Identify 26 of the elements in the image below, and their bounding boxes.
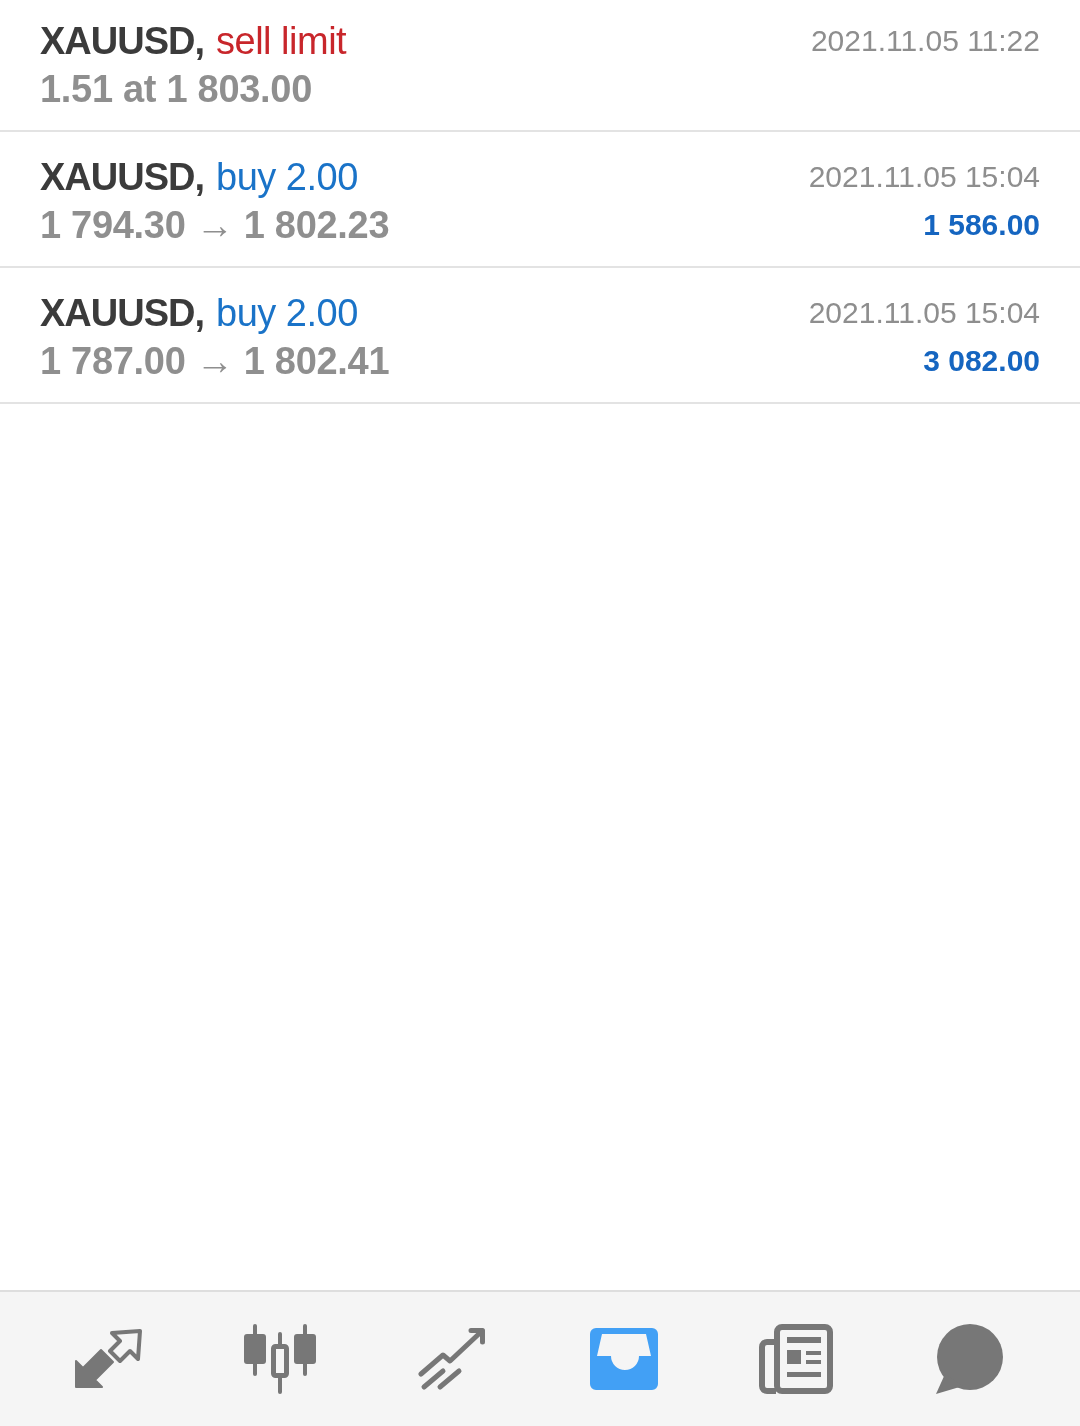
order-details-text: 1.51 at 1 803.00 bbox=[40, 67, 312, 111]
order-time-text: 2021.11.05 11:22 bbox=[810, 24, 1040, 58]
nav-button[interactable] bbox=[590, 1328, 658, 1390]
nav-button[interactable] bbox=[244, 1324, 316, 1394]
trend-arrow-icon bbox=[418, 1327, 486, 1391]
inbox-icon bbox=[590, 1328, 658, 1390]
document-icon bbox=[759, 1324, 833, 1394]
order-type-text: sell limit bbox=[216, 19, 347, 63]
nav-button[interactable] bbox=[74, 1329, 142, 1389]
profit-text: 3 082.00 bbox=[923, 344, 1040, 378]
symbol-text: XAUUSD, bbox=[40, 155, 205, 199]
order-time-text: 2021.11.05 15:04 bbox=[808, 296, 1040, 330]
order-type-text: buy 2.00 bbox=[216, 155, 358, 199]
symbol-text: XAUUSD, bbox=[40, 291, 205, 335]
order-details-text: 1 787.00 → 1 802.41 bbox=[40, 339, 390, 383]
nav-button[interactable] bbox=[933, 1324, 1003, 1394]
nav-button[interactable] bbox=[759, 1324, 833, 1394]
profit-text: 1 586.00 bbox=[923, 208, 1040, 242]
nav-button[interactable] bbox=[418, 1327, 486, 1391]
two-arrows-icon bbox=[74, 1329, 142, 1389]
order-details-text: 1 794.30 → 1 802.23 bbox=[40, 203, 390, 247]
order-time-text: 2021.11.05 15:04 bbox=[808, 160, 1040, 194]
chat-bubble-icon bbox=[933, 1324, 1003, 1394]
symbol-text: XAUUSD, bbox=[40, 19, 205, 63]
order-type-text: buy 2.00 bbox=[216, 291, 358, 335]
candlestick-icon bbox=[244, 1324, 316, 1394]
